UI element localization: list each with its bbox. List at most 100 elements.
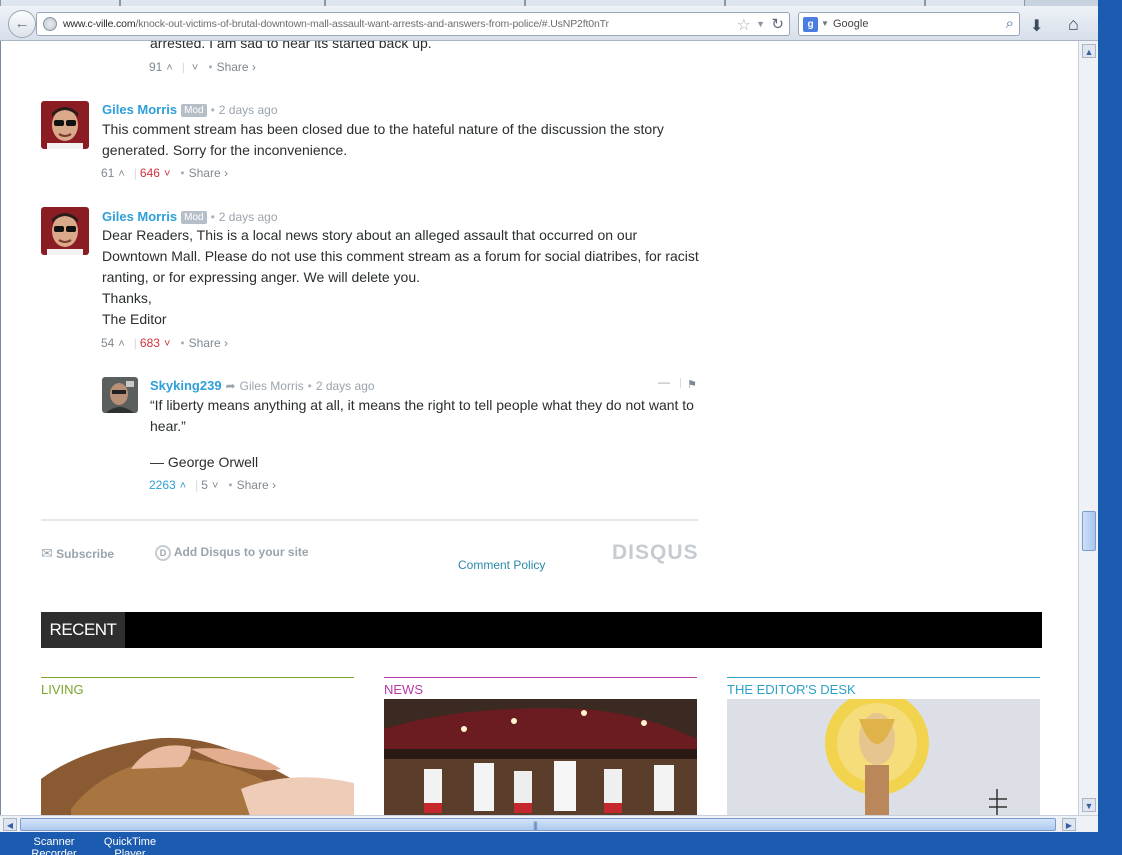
comment-votes: 54 ˄ | 683 ˅ • Share ›: [101, 336, 228, 350]
share-link[interactable]: Share ›: [237, 478, 276, 492]
disqus-logo[interactable]: DISQUS: [612, 541, 699, 565]
vertical-scrollbar[interactable]: ▲ ▼: [1078, 41, 1098, 815]
scroll-up-arrow-icon[interactable]: ▲: [1082, 44, 1096, 58]
upvote-icon[interactable]: ˄: [118, 338, 124, 350]
navigation-toolbar: ← www.c-ville.com/knock-out-victims-of-b…: [0, 6, 1098, 41]
scrollbar-thumb[interactable]: |||: [20, 818, 1056, 831]
downvote-icon[interactable]: ˅: [192, 62, 198, 74]
envelope-icon: ✉: [41, 545, 53, 561]
search-engine-dropdown-icon[interactable]: ▼: [821, 19, 829, 28]
add-disqus-link[interactable]: D Add Disqus to your site: [155, 545, 309, 561]
reload-icon[interactable]: ↻: [771, 15, 784, 33]
recent-section-bar: RECENT: [41, 612, 1042, 648]
comment-votes: 91 ˄ | ˅ • Share ›: [149, 60, 256, 74]
url-domain: www.c-ville.com: [63, 18, 136, 30]
comment-time[interactable]: 2 days ago: [219, 210, 278, 224]
comment-header: Giles Morris Mod • 2 days ago: [102, 102, 278, 117]
recent-section-label: RECENT: [41, 612, 125, 648]
flag-icon[interactable]: ⚑: [687, 378, 697, 391]
scrollbar-thumb[interactable]: [1082, 511, 1096, 551]
url-path: /knock-out-victims-of-brutal-downtown-ma…: [135, 18, 609, 30]
comment-body: “If liberty means anything at all, it me…: [150, 395, 705, 473]
comment-quote: “If liberty means anything at all, it me…: [150, 397, 694, 434]
living-article-image[interactable]: [41, 699, 354, 815]
home-icon[interactable]: ⌂: [1068, 14, 1079, 35]
avatar[interactable]: [41, 101, 89, 149]
reply-to-user[interactable]: Giles Morris: [240, 379, 304, 393]
comment-paragraph: The Editor: [102, 311, 167, 327]
comment-paragraph: Thanks,: [102, 290, 152, 306]
news-article-image[interactable]: [384, 699, 697, 815]
comment-author[interactable]: Skyking239: [150, 378, 222, 393]
url-text[interactable]: www.c-ville.com/knock-out-victims-of-bru…: [63, 18, 609, 30]
comment-body: This comment stream has been closed due …: [102, 121, 664, 158]
magnifier-icon[interactable]: ⌕: [1006, 15, 1014, 32]
reply-to-arrow-icon: ➦: [225, 379, 236, 393]
comment-paragraph: Dear Readers, This is a local news story…: [102, 227, 699, 285]
category-living[interactable]: LIVING: [41, 677, 354, 697]
comment-body: Dear Readers, This is a local news story…: [102, 225, 702, 330]
avatar[interactable]: [102, 377, 138, 413]
scroll-right-arrow-icon[interactable]: ▶: [1062, 818, 1076, 831]
desktop-icon-quicktime-player[interactable]: QuickTime Player: [100, 836, 160, 855]
illustration-image: [727, 699, 1040, 815]
search-input[interactable]: Google: [833, 18, 868, 30]
share-link[interactable]: Share ›: [217, 60, 256, 74]
search-bar[interactable]: g ▼ Google ⌕: [798, 12, 1020, 36]
upvote-icon[interactable]: ˄: [180, 480, 186, 492]
downvote-icon[interactable]: ˅: [164, 168, 170, 180]
page-viewport: arrested. I am sad to hear its started b…: [0, 41, 1078, 815]
search-engine-icon[interactable]: g: [803, 17, 818, 32]
downvote-count: 683: [139, 336, 160, 350]
comment-header: Skyking239 ➦ Giles Morris • 2 days ago: [150, 378, 375, 393]
avatar[interactable]: [41, 207, 89, 255]
subscribe-link[interactable]: ✉ Subscribe: [41, 545, 114, 562]
comment-author[interactable]: Giles Morris: [102, 209, 177, 224]
category-label[interactable]: THE EDITOR'S DESK: [727, 682, 856, 697]
comment-policy-link[interactable]: Comment Policy: [458, 558, 545, 572]
comment-attribution: — George Orwell: [150, 454, 259, 470]
horizontal-scrollbar[interactable]: ◀ ||| ▶: [0, 815, 1098, 832]
share-link[interactable]: Share ›: [189, 336, 228, 350]
scroll-left-arrow-icon[interactable]: ◀: [3, 818, 17, 831]
globe-icon: [43, 17, 57, 31]
avatar-image: [41, 207, 89, 255]
avatar-image: [102, 377, 138, 413]
category-label[interactable]: NEWS: [384, 682, 423, 697]
upvote-count: 61: [101, 166, 115, 180]
dog-paw-hand-image: [41, 699, 354, 815]
avatar-image: [41, 101, 89, 149]
upvote-count: 54: [101, 336, 115, 350]
comment-header: Giles Morris Mod • 2 days ago: [102, 209, 278, 224]
category-news[interactable]: NEWS: [384, 677, 697, 697]
add-disqus-label: Add Disqus to your site: [173, 545, 309, 559]
collapse-icon[interactable]: —: [658, 375, 670, 389]
category-label[interactable]: LIVING: [41, 682, 84, 697]
url-bar[interactable]: www.c-ville.com/knock-out-victims-of-bru…: [36, 12, 790, 36]
scroll-down-arrow-icon[interactable]: ▼: [1082, 798, 1096, 812]
subscribe-label: Subscribe: [56, 547, 115, 561]
downvote-count: 646: [139, 166, 160, 180]
comment-time[interactable]: 2 days ago: [316, 379, 375, 393]
moderator-badge: Mod: [181, 211, 207, 224]
download-arrow-icon[interactable]: ⬇: [1030, 16, 1043, 36]
back-arrow-icon[interactable]: ←: [8, 10, 36, 38]
category-editors-desk[interactable]: THE EDITOR'S DESK: [727, 677, 1040, 697]
bookmark-star-icon[interactable]: ☆: [737, 15, 751, 35]
comment-time[interactable]: 2 days ago: [219, 103, 278, 117]
downvote-icon[interactable]: ˅: [164, 338, 170, 350]
disqus-footer-divider: [41, 519, 698, 521]
upvote-icon[interactable]: ˄: [166, 62, 172, 74]
share-link[interactable]: Share ›: [189, 166, 228, 180]
downvote-icon[interactable]: ˅: [212, 480, 218, 492]
upvote-count: 2263: [149, 478, 176, 492]
moderator-badge: Mod: [181, 104, 207, 117]
disqus-d-icon: D: [155, 545, 171, 561]
comment-author[interactable]: Giles Morris: [102, 102, 177, 117]
divider: |: [679, 377, 682, 389]
desktop-icon-scanner-recorder[interactable]: Scanner Recorder: [28, 836, 80, 855]
upvote-icon[interactable]: ˄: [118, 168, 124, 180]
comment-votes: 2263 ˄ | 5 ˅ • Share ›: [149, 478, 276, 492]
editors-desk-article-image[interactable]: [727, 699, 1040, 815]
history-dropdown-icon[interactable]: ▼: [756, 19, 765, 29]
